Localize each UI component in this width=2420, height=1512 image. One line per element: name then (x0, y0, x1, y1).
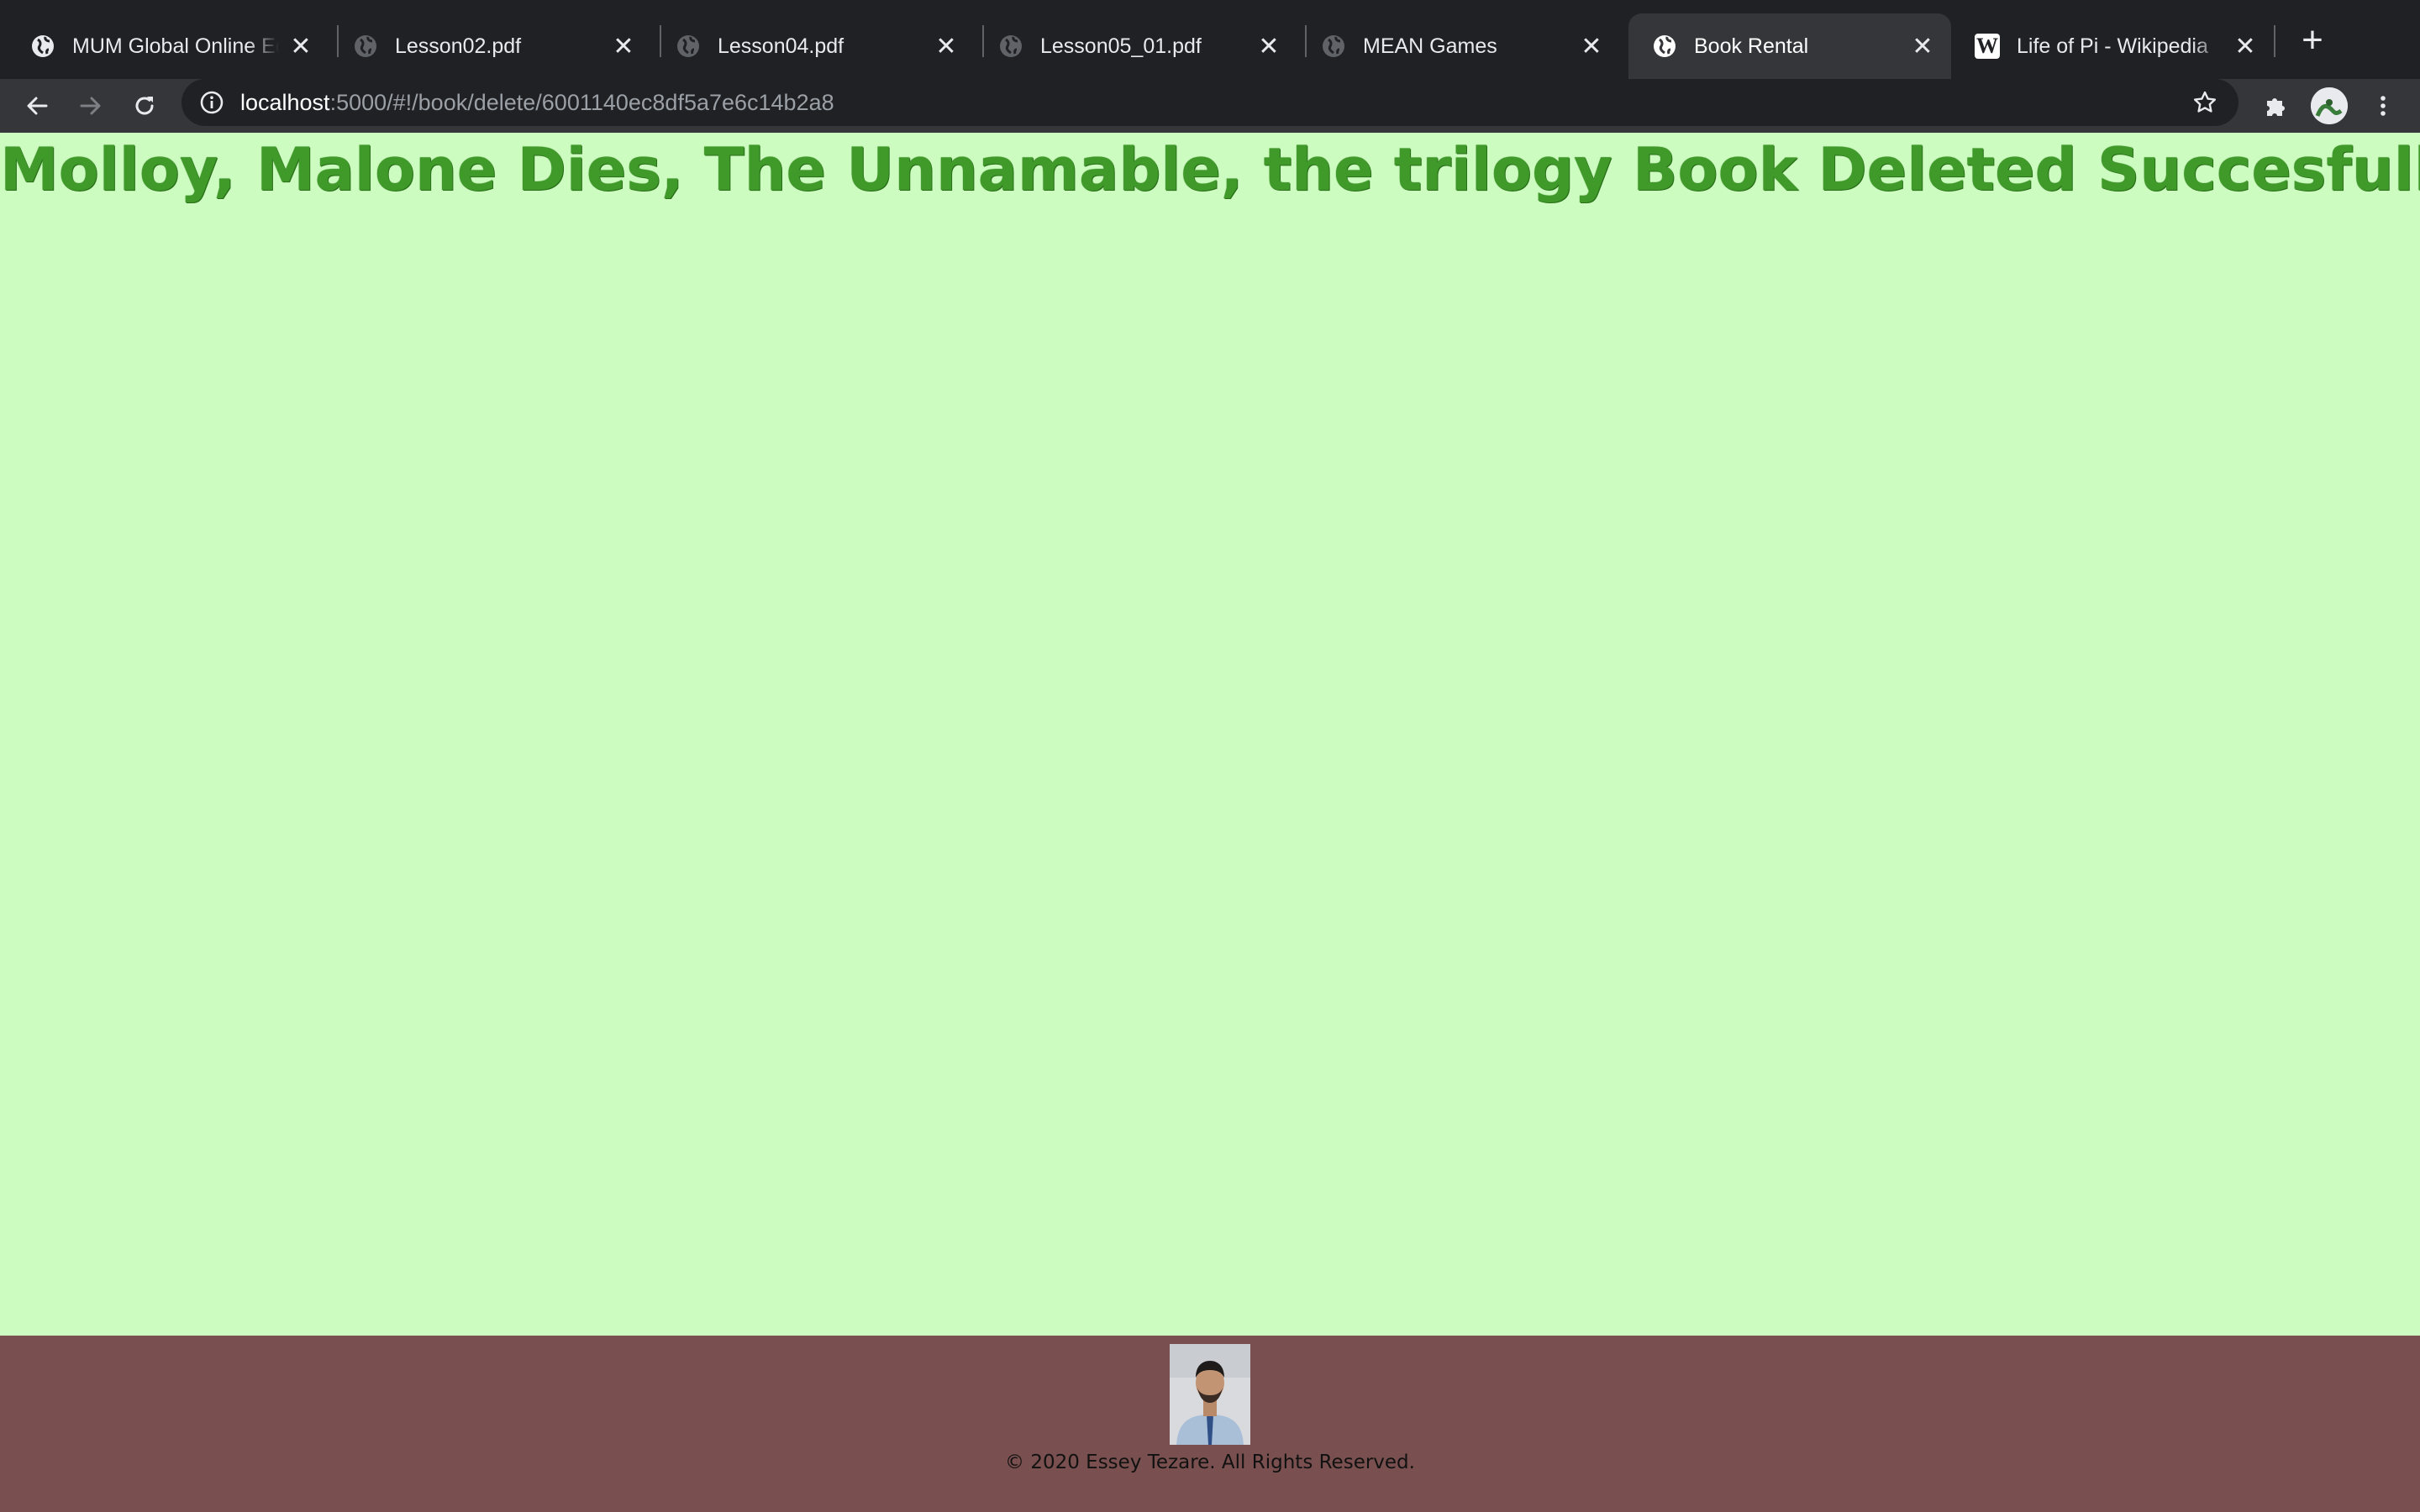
globe-icon (30, 34, 55, 59)
more-vertical-icon (2381, 96, 2386, 116)
tab-title: MUM Global Online Ed (72, 34, 279, 58)
tab-title: Book Rental (1694, 34, 1809, 58)
profile-avatar[interactable] (2311, 87, 2348, 124)
globe-icon (1652, 34, 1677, 59)
tab-lesson05[interactable]: Lesson05_01.pdf ✕ (975, 13, 1297, 79)
arrow-left-icon (27, 97, 48, 115)
url-host: localhost (240, 89, 330, 115)
page-footer: © 2020 Essey Tezare. All Rights Reserved… (0, 1336, 2420, 1512)
url-path: :5000/#!/book/delete/6001140ec8df5a7e6c1… (329, 89, 834, 115)
close-tab-icon[interactable]: ✕ (286, 31, 316, 61)
wikipedia-icon: W (1975, 34, 2000, 59)
globe-icon (1321, 34, 1346, 59)
globe-icon (676, 34, 701, 59)
tab-mum-global-online[interactable]: MUM Global Online Ed ✕ (7, 13, 329, 79)
bookmark-star-icon[interactable] (2186, 84, 2223, 121)
close-tab-icon[interactable]: ✕ (1254, 31, 1284, 61)
browser-menu-button[interactable] (2365, 87, 2402, 124)
reload-icon (135, 97, 154, 115)
tab-title: Lesson04.pdf (718, 34, 844, 58)
copyright-text: © 2020 Essey Tezare. All Rights Reserved… (1005, 1452, 1415, 1473)
close-tab-icon[interactable]: ✕ (2230, 31, 2260, 61)
globe-icon (353, 34, 378, 59)
address-bar[interactable]: localhost:5000/#!/book/delete/6001140ec8… (182, 79, 2238, 126)
deletion-message: Molloy, Malone Dies, The Unnamable, the … (0, 135, 2420, 204)
new-tab-button[interactable]: + (2294, 22, 2331, 59)
back-button[interactable] (18, 87, 55, 124)
tab-lesson02[interactable]: Lesson02.pdf ✕ (329, 13, 652, 79)
tab-title: Life of Pi - Wikipedia (2017, 34, 2208, 58)
browser-toolbar: localhost:5000/#!/book/delete/6001140ec8… (0, 79, 2420, 133)
tab-separator (2274, 25, 2275, 57)
close-tab-icon[interactable]: ✕ (1907, 31, 1938, 61)
forward-button[interactable] (72, 87, 109, 124)
tab-life-of-pi[interactable]: W Life of Pi - Wikipedia ✕ (1951, 13, 2274, 79)
author-photo (1170, 1344, 1250, 1445)
tab-title: MEAN Games (1363, 34, 1497, 58)
close-tab-icon[interactable]: ✕ (1576, 31, 1607, 61)
extensions-button[interactable] (2257, 87, 2294, 124)
close-tab-icon[interactable]: ✕ (608, 31, 639, 61)
tab-mean-games[interactable]: MEAN Games ✕ (1297, 13, 1620, 79)
globe-icon (998, 34, 1023, 59)
tab-book-rental[interactable]: Book Rental ✕ (1628, 13, 1951, 79)
close-tab-icon[interactable]: ✕ (931, 31, 961, 61)
profile-picture (2311, 87, 2348, 124)
tab-title: Lesson02.pdf (395, 34, 522, 58)
info-icon[interactable] (195, 86, 229, 119)
wikipedia-letter: W (1975, 34, 2000, 59)
reload-button[interactable] (126, 87, 163, 124)
page-content: Molloy, Malone Dies, The Unnamable, the … (0, 133, 2420, 1336)
tab-strip: MUM Global Online Ed ✕ Lesson02.pdf ✕ Le… (0, 0, 2420, 79)
puzzle-icon (2267, 98, 2285, 116)
arrow-right-icon (80, 97, 101, 115)
tab-title: Lesson05_01.pdf (1040, 34, 1202, 58)
tab-lesson04[interactable]: Lesson04.pdf ✕ (652, 13, 975, 79)
